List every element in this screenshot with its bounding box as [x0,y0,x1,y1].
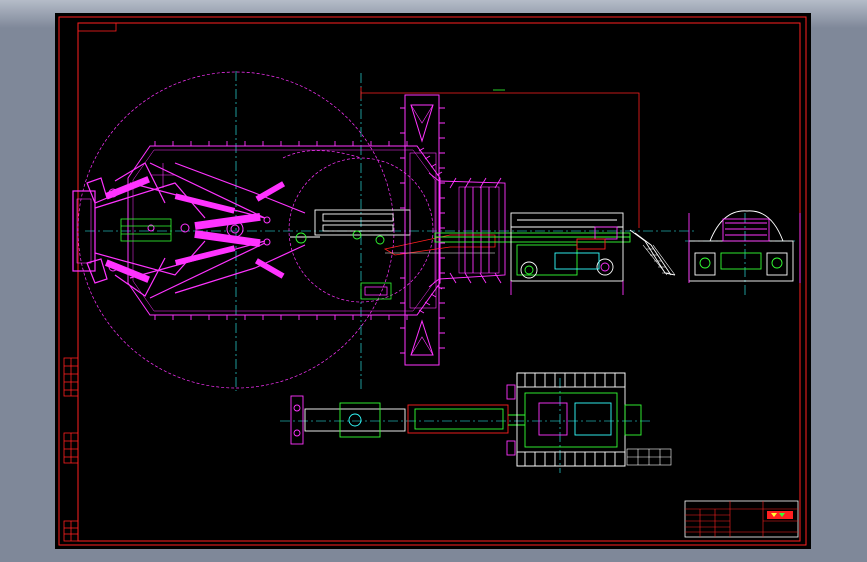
drawing-canvas[interactable] [55,13,811,549]
outrigger-legs [72,162,306,299]
title-block [684,500,799,538]
crawler-body-side [510,212,624,295]
cutter-head [404,94,440,366]
parts-table [626,448,672,466]
boom-arm [290,209,411,245]
side-elevation-view [688,210,801,283]
swing-circle [77,71,434,389]
left-margin-blocks [63,357,79,542]
plan-view-conveyor [290,395,525,445]
top-left-label-box [77,22,117,32]
boom-accents [360,282,392,300]
plan-view-crawler [506,372,642,467]
cad-drawing [58,16,807,546]
side-ladder [642,244,676,276]
cad-window [0,0,867,562]
